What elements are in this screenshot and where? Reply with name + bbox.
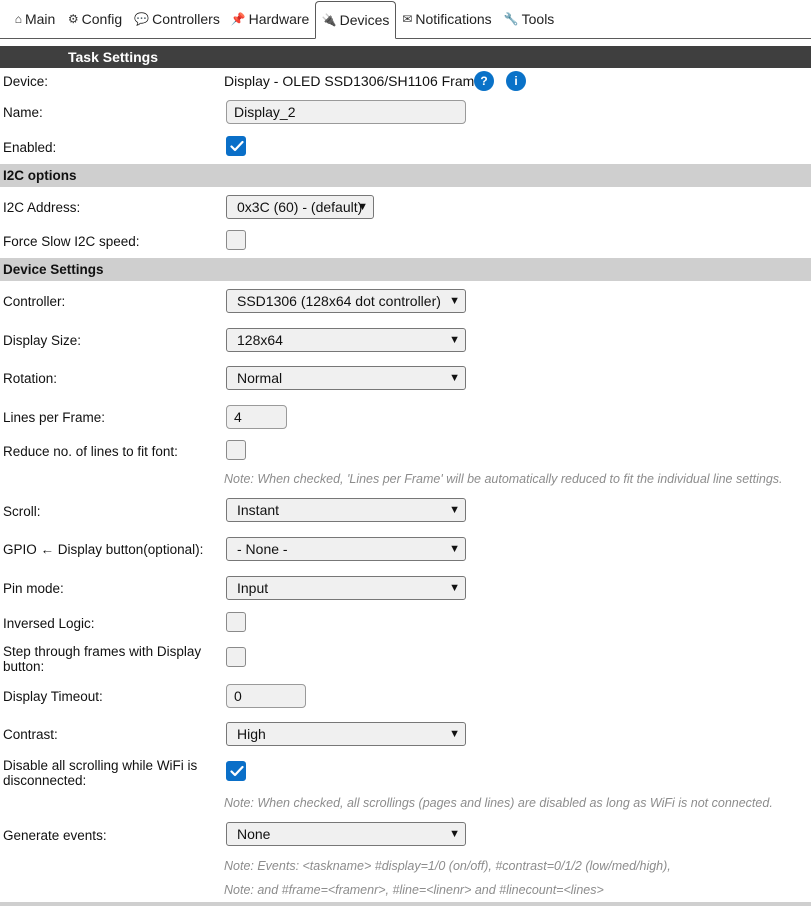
tab-label: Hardware	[248, 11, 310, 27]
tab-config[interactable]: ⚙ Config	[66, 0, 124, 38]
chevron-down-icon: ▼	[357, 201, 368, 213]
display-timeout-input[interactable]: 0	[226, 684, 306, 708]
tab-main[interactable]: ⌂ Main	[10, 0, 60, 38]
select-value: 128x64	[237, 332, 283, 348]
wrench-icon: 🔧	[503, 12, 519, 26]
disable-scrolling-checkbox[interactable]	[226, 761, 246, 781]
chevron-down-icon: ▼	[449, 543, 460, 555]
step-frames-label-line2: button:	[3, 659, 45, 674]
checkmark-icon	[230, 140, 244, 152]
pin-icon: 📌	[230, 12, 246, 26]
controller-label: Controller:	[3, 294, 66, 309]
controller-select[interactable]: SSD1306 (128x64 dot controller) ▼	[226, 289, 466, 313]
pin-mode-select[interactable]: Input ▼	[226, 576, 466, 600]
display-size-select[interactable]: 128x64 ▼	[226, 328, 466, 352]
contrast-label: Contrast:	[3, 727, 58, 742]
display-size-label: Display Size:	[3, 333, 82, 348]
chevron-down-icon: ▼	[449, 828, 460, 840]
gear-icon: ⚙	[67, 12, 79, 26]
tab-label: Config	[81, 11, 123, 27]
inversed-logic-label: Inversed Logic:	[3, 616, 95, 631]
scroll-select[interactable]: Instant ▼	[226, 498, 466, 522]
name-input[interactable]: Display_2	[226, 100, 466, 124]
home-icon: ⌂	[14, 12, 22, 26]
tab-tools[interactable]: 🔧 Tools	[502, 0, 556, 38]
enabled-checkbox[interactable]	[226, 136, 246, 156]
lines-per-frame-label: Lines per Frame:	[3, 410, 106, 425]
select-value: None	[237, 826, 271, 842]
force-slow-i2c-checkbox[interactable]	[226, 230, 246, 250]
step-frames-label-line1: Step through frames with Display	[3, 644, 202, 659]
force-slow-i2c-label: Force Slow I2C speed:	[3, 234, 140, 249]
i2c-address-label: I2C Address:	[3, 200, 81, 215]
inversed-logic-checkbox[interactable]	[226, 612, 246, 632]
device-value: Display - OLED SSD1306/SH1106 Framed	[224, 73, 490, 89]
rotation-label: Rotation:	[3, 371, 58, 386]
step-frames-checkbox[interactable]	[226, 647, 246, 667]
device-settings-section: Device Settings	[0, 258, 811, 281]
gpio-button-select[interactable]: - None - ▼	[226, 537, 466, 561]
reduce-lines-checkbox[interactable]	[226, 440, 246, 460]
select-value: SSD1306 (128x64 dot controller)	[237, 293, 441, 309]
tab-label: Notifications	[415, 11, 492, 27]
lines-per-frame-input[interactable]: 4	[226, 405, 287, 429]
info-icon[interactable]: i	[506, 71, 526, 91]
chevron-down-icon: ▼	[449, 372, 460, 384]
select-value: Normal	[237, 370, 283, 386]
select-value: 0x3C (60) - (default)	[237, 199, 363, 215]
chevron-down-icon: ▼	[449, 582, 460, 594]
name-label: Name:	[3, 105, 43, 120]
select-value: - None -	[237, 541, 288, 557]
gpio-button-label: GPIO ← Display button(optional):	[3, 542, 204, 557]
events-note-line2: Note: and #frame=<framenr>, #line=<linen…	[224, 883, 604, 897]
chevron-down-icon: ▼	[449, 728, 460, 740]
task-settings-header: Task Settings	[0, 46, 811, 68]
i2c-address-select[interactable]: 0x3C (60) - (default) ▼	[226, 195, 374, 219]
select-value: Input	[237, 580, 269, 596]
disable-scrolling-label-line1: Disable all scrolling while WiFi is	[3, 758, 198, 773]
tab-notifications[interactable]: ✉ Notifications	[402, 0, 492, 38]
select-value: Instant	[237, 502, 280, 518]
chat-icon: 💬	[134, 12, 150, 26]
checkmark-icon	[230, 765, 244, 777]
disable-scrolling-label-line2: disconnected:	[3, 773, 87, 788]
envelope-icon: ✉	[402, 12, 413, 26]
bottom-divider	[0, 902, 811, 906]
tab-devices[interactable]: 🔌 Devices	[315, 1, 396, 39]
reduce-lines-note: Note: When checked, 'Lines per Frame' wi…	[224, 472, 783, 486]
tab-label: Devices	[339, 12, 390, 28]
tab-label: Controllers	[152, 11, 220, 27]
select-value: High	[237, 726, 266, 742]
chevron-down-icon: ▼	[449, 295, 460, 307]
tab-bar: ⌂ Main ⚙ Config 💬 Controllers 📌 Hardware 🔌 De…	[0, 0, 811, 39]
i2c-options-section: I2C options	[0, 164, 811, 187]
chevron-down-icon: ▼	[449, 334, 460, 346]
plug-icon: 🔌	[321, 13, 337, 27]
tab-controllers[interactable]: 💬 Controllers	[134, 0, 220, 38]
contrast-select[interactable]: High ▼	[226, 722, 466, 746]
tab-label: Tools	[521, 11, 555, 27]
tab-hardware[interactable]: 📌 Hardware	[230, 0, 310, 38]
generate-events-select[interactable]: None ▼	[226, 822, 466, 846]
device-label: Device:	[3, 74, 49, 89]
help-question-icon[interactable]: ?	[474, 71, 494, 91]
display-timeout-label: Display Timeout:	[3, 689, 103, 704]
disable-scrolling-note: Note: When checked, all scrollings (page…	[224, 796, 773, 810]
reduce-lines-label: Reduce no. of lines to fit font:	[3, 444, 178, 459]
events-note-line1: Note: Events: <taskname> #display=1/0 (o…	[224, 859, 671, 873]
enabled-label: Enabled:	[3, 140, 57, 155]
scroll-label: Scroll:	[3, 504, 41, 519]
generate-events-label: Generate events:	[3, 828, 107, 843]
rotation-select[interactable]: Normal ▼	[226, 366, 466, 390]
chevron-down-icon: ▼	[449, 504, 460, 516]
pin-mode-label: Pin mode:	[3, 581, 64, 596]
tab-label: Main	[24, 11, 56, 27]
